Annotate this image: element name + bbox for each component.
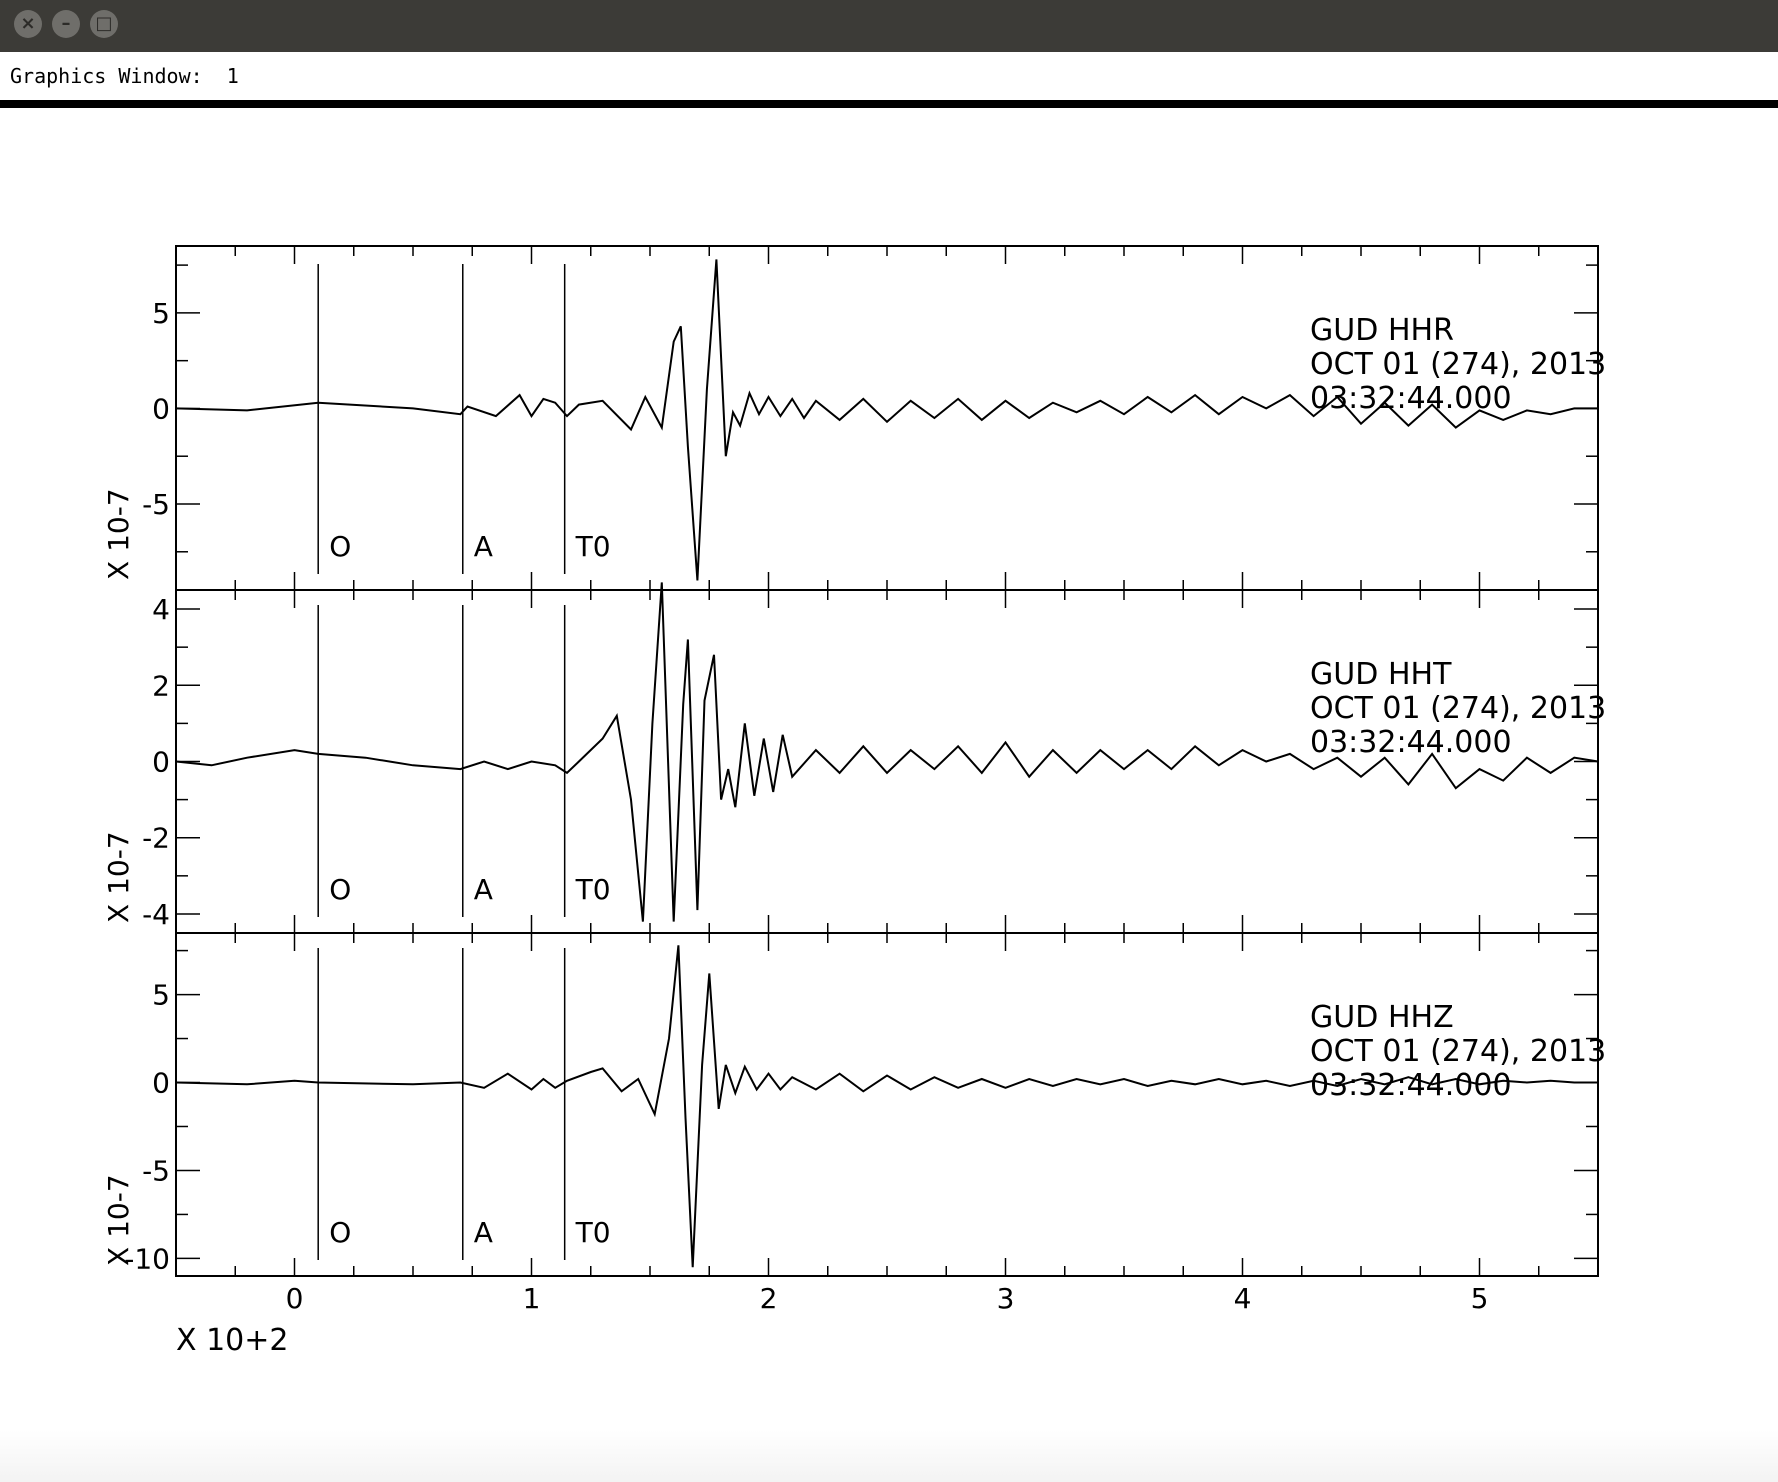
date-label: OCT 01 (274), 2013 bbox=[1310, 691, 1606, 726]
y-tick-label: 0 bbox=[152, 1067, 170, 1100]
maximize-icon[interactable]: □ bbox=[90, 10, 118, 38]
date-label: OCT 01 (274), 2013 bbox=[1310, 1034, 1606, 1069]
pick-marker-label: A bbox=[474, 1216, 493, 1249]
y-tick-label: -5 bbox=[142, 488, 170, 521]
y-multiplier-label: X 10-7 bbox=[102, 488, 135, 580]
waveform-trace bbox=[175, 259, 1598, 581]
x-tick-label: 3 bbox=[997, 1282, 1015, 1315]
pick-marker-label: A bbox=[474, 873, 493, 906]
status-bar: Graphics Window: 1 bbox=[0, 52, 1778, 108]
seismogram-plot: -505X 10-7 O A T0GUD HHROCT 01 (274), 201303… bbox=[102, 245, 1606, 1358]
station-label: GUD bbox=[1310, 1000, 1378, 1035]
panel-frame bbox=[175, 245, 1599, 591]
y-tick-label: 5 bbox=[152, 297, 170, 330]
pick-marker-label: O bbox=[329, 873, 351, 906]
y-tick-label: 0 bbox=[152, 746, 170, 779]
pick-marker-label: T0 bbox=[575, 530, 611, 563]
x-tick-label: 1 bbox=[523, 1282, 541, 1315]
pick-marker-label: A bbox=[474, 530, 493, 563]
close-icon[interactable]: × bbox=[14, 10, 42, 38]
time-label: 03:32:44.000 bbox=[1310, 725, 1512, 760]
channel-label: HHZ bbox=[1388, 1000, 1454, 1035]
minimize-icon[interactable]: – bbox=[52, 10, 80, 38]
time-label: 03:32:44.000 bbox=[1310, 381, 1512, 416]
station-label: GUD bbox=[1310, 657, 1378, 692]
y-tick-label: 2 bbox=[152, 669, 170, 702]
x-tick-label: 5 bbox=[1471, 1282, 1489, 1315]
time-label: 03:32:44.000 bbox=[1310, 1068, 1512, 1103]
status-label: Graphics Window: bbox=[10, 64, 203, 88]
y-tick-label: -4 bbox=[142, 898, 170, 931]
status-value: 1 bbox=[226, 64, 239, 88]
x-tick-label: 4 bbox=[1234, 1282, 1252, 1315]
waveform-trace bbox=[175, 945, 1598, 1268]
pick-marker-label: O bbox=[329, 530, 351, 563]
x-tick-label: 2 bbox=[760, 1282, 778, 1315]
status-text: Graphics Window: 1 bbox=[10, 64, 239, 88]
y-tick-label: 4 bbox=[152, 593, 170, 626]
window-bottom-edge bbox=[0, 1430, 1778, 1482]
x-tick-label: 0 bbox=[286, 1282, 304, 1315]
pick-marker-label: T0 bbox=[575, 1216, 611, 1249]
y-tick-label: -5 bbox=[142, 1154, 170, 1187]
pick-marker-label: O bbox=[329, 1216, 351, 1249]
window-titlebar: × – □ bbox=[0, 0, 1778, 52]
y-multiplier-label: X 10-7 bbox=[102, 1174, 135, 1266]
panel-frame bbox=[175, 932, 1599, 1277]
y-tick-label: -2 bbox=[142, 822, 170, 855]
y-multiplier-label: X 10-7 bbox=[102, 831, 135, 923]
x-multiplier-label: X 10+2 bbox=[176, 1323, 289, 1358]
station-label: GUD bbox=[1310, 313, 1378, 348]
date-label: OCT 01 (274), 2013 bbox=[1310, 347, 1606, 382]
channel-label: HHT bbox=[1388, 657, 1452, 692]
y-tick-label: 5 bbox=[152, 979, 170, 1012]
pick-marker-label: T0 bbox=[575, 873, 611, 906]
channel-label: HHR bbox=[1388, 313, 1454, 348]
y-tick-label: 0 bbox=[152, 392, 170, 425]
